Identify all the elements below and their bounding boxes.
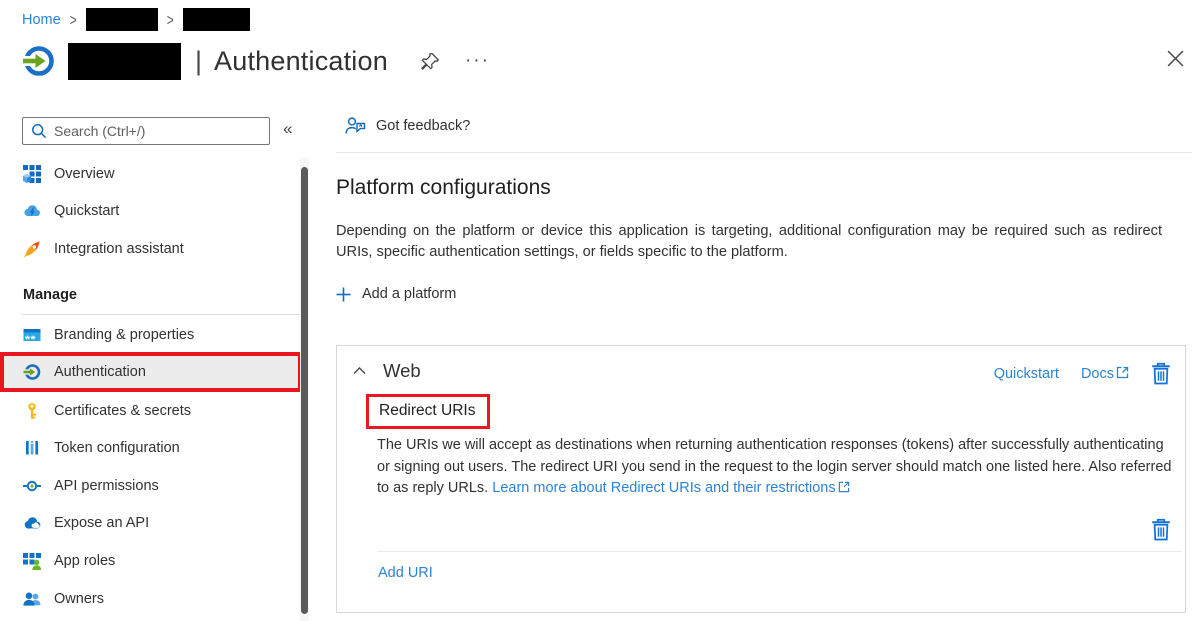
sidebar-item-integration-assistant[interactable]: Integration assistant	[0, 230, 301, 267]
sidebar-item-expose-an-api[interactable]: Expose an API	[0, 504, 301, 541]
search-input[interactable]	[54, 123, 261, 139]
search-icon	[31, 123, 47, 139]
plus-icon	[336, 287, 351, 302]
quickstart-icon	[23, 202, 41, 220]
page-header: | Authentication ···	[22, 41, 490, 81]
platform-configurations-description: Depending on the platform or device this…	[336, 221, 1162, 263]
external-link-icon	[1116, 366, 1129, 379]
owners-icon	[23, 590, 41, 608]
sidebar-item-label: API permissions	[54, 478, 159, 494]
sidebar-item-label: Overview	[54, 166, 114, 182]
pin-icon[interactable]	[420, 51, 441, 72]
add-uri-link[interactable]: Add URI	[378, 565, 433, 581]
add-platform-label: Add a platform	[362, 286, 456, 302]
overview-icon	[23, 165, 41, 183]
sidebar-item-label: App roles	[54, 553, 115, 569]
web-panel-actions: Quickstart Docs	[994, 362, 1171, 385]
title-separator: |	[195, 46, 202, 77]
add-platform-button[interactable]: Add a platform	[336, 286, 456, 302]
redirect-uris-heading: Redirect URIs	[366, 394, 490, 429]
redirect-uris-description: The URIs we will accept as destinations …	[377, 435, 1172, 500]
sidebar-item-label: Integration assistant	[54, 241, 184, 257]
learn-more-link[interactable]: Learn more about Redirect URIs and their…	[492, 480, 849, 496]
external-link-icon	[838, 481, 850, 493]
integration-assistant-icon	[23, 240, 41, 258]
redacted-breadcrumb-item[interactable]	[86, 8, 158, 31]
authentication-icon	[23, 363, 41, 381]
sidebar-item-owners[interactable]: Owners	[0, 580, 301, 617]
app-registration-icon	[22, 44, 56, 78]
breadcrumb-separator: >	[70, 10, 77, 30]
sidebar-item-label: Owners	[54, 591, 104, 607]
branding-icon	[23, 326, 41, 344]
quickstart-link[interactable]: Quickstart	[994, 366, 1059, 382]
docs-link[interactable]: Docs	[1081, 366, 1129, 382]
sidebar-item-token-configuration[interactable]: Token configuration	[0, 429, 301, 466]
feedback-icon	[345, 116, 366, 135]
redacted-app-name	[68, 43, 181, 80]
token-configuration-icon	[23, 439, 41, 457]
uri-row-divider	[377, 551, 1182, 552]
sidebar-item-label: Authentication	[54, 364, 146, 380]
sidebar-item-api-permissions[interactable]: API permissions	[0, 467, 301, 504]
got-feedback-label: Got feedback?	[376, 118, 470, 134]
sidebar-item-label: Token configuration	[54, 440, 180, 456]
delete-uri-icon[interactable]	[1151, 518, 1171, 541]
platform-configurations-title: Platform configurations	[336, 176, 551, 200]
certificates-icon	[23, 402, 41, 420]
sidebar-item-branding-properties[interactable]: Branding & properties	[0, 316, 301, 353]
breadcrumb-home-link[interactable]: Home	[22, 12, 61, 28]
web-platform-panel: Web Quickstart Docs Redirect URIs The UR…	[336, 345, 1186, 613]
sidebar-scrollbar-thumb[interactable]	[301, 167, 308, 614]
redacted-breadcrumb-item[interactable]	[183, 8, 250, 31]
delete-platform-icon[interactable]	[1151, 362, 1171, 385]
sidebar-item-app-roles[interactable]: App roles	[0, 542, 301, 579]
sidebar-item-label: Expose an API	[54, 515, 149, 531]
more-options-icon[interactable]: ···	[465, 56, 490, 66]
sidebar-item-overview[interactable]: Overview	[0, 155, 301, 192]
sidebar-item-authentication[interactable]: Authentication	[0, 352, 302, 392]
web-panel-header[interactable]: Web	[353, 360, 421, 382]
breadcrumb-separator: >	[167, 10, 174, 30]
got-feedback-button[interactable]: Got feedback?	[345, 116, 470, 135]
app-roles-icon	[23, 552, 41, 570]
sidebar-divider	[22, 314, 299, 315]
sidebar-item-label: Quickstart	[54, 203, 119, 219]
api-permissions-icon	[23, 477, 41, 495]
sidebar-section-manage: Manage	[0, 277, 301, 313]
collapse-sidebar-icon[interactable]: «	[283, 119, 292, 139]
chevron-up-icon[interactable]	[353, 367, 366, 375]
close-icon[interactable]	[1167, 50, 1184, 67]
web-panel-title: Web	[383, 360, 421, 382]
page-title: Authentication	[214, 46, 388, 77]
sidebar-item-certificates-secrets[interactable]: Certificates & secrets	[0, 392, 301, 429]
expose-api-icon	[23, 514, 41, 532]
sidebar-item-label: Branding & properties	[54, 327, 194, 343]
sidebar-item-quickstart[interactable]: Quickstart	[0, 192, 301, 229]
sidebar-search[interactable]	[22, 117, 270, 145]
toolbar-divider	[336, 152, 1192, 153]
breadcrumb: Home > >	[22, 8, 250, 31]
sidebar-item-label: Certificates & secrets	[54, 403, 191, 419]
